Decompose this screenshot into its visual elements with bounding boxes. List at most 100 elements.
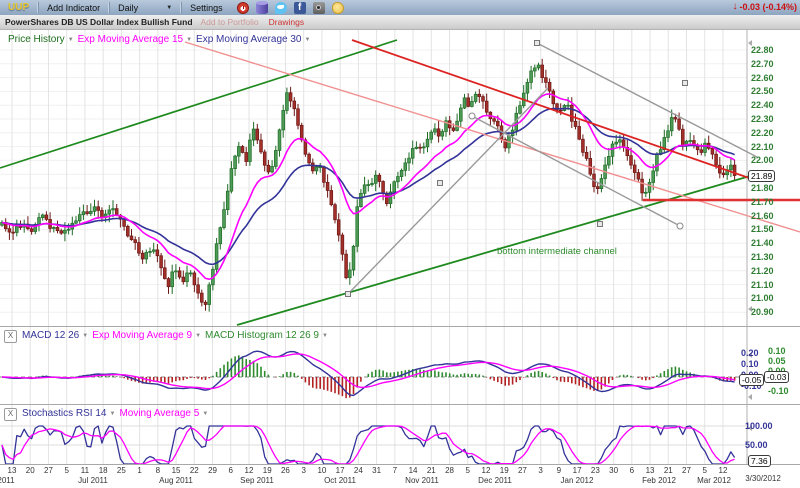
xaxis-month-label: Mar 2012 (697, 476, 731, 485)
price-axis-label: 21.10 (751, 280, 774, 290)
top-toolbar: UUP Add Indicator Daily ▼ Settings f ↓ -… (0, 0, 800, 15)
price-axis-label: 22.50 (751, 86, 774, 96)
symbol-label[interactable]: UUP (0, 0, 37, 15)
legend-label: Exp Moving Average 9 (92, 330, 192, 341)
macd-hist-axis-label: 0.05 (768, 356, 786, 366)
xaxis-day-tick: 9 (557, 466, 561, 475)
legend-item-price-history[interactable]: Price History▼ (8, 34, 74, 45)
price-axis-label: 22.80 (751, 45, 774, 55)
xaxis-month-label: Nov 2011 (405, 476, 439, 485)
legend-item-macd-histogram-12-26-9[interactable]: MACD Histogram 12 26 9▼ (205, 330, 328, 341)
chevron-down-icon: ▼ (322, 333, 328, 339)
macd-hist-axis-label: 0.10 (768, 346, 786, 356)
interval-select[interactable]: Daily ▼ (110, 0, 180, 15)
camera-icon[interactable] (313, 2, 325, 14)
chevron-down-icon: ▼ (82, 333, 88, 339)
xaxis-month-label: Sep 2011 (240, 476, 274, 485)
xaxis-day-tick: 17 (573, 466, 582, 475)
stoch-panel-legend: Stochastics RSI 14▼Moving Average 5▼ (22, 408, 208, 419)
macd-hist-value-badge: -0.03 (764, 371, 789, 383)
add-to-portfolio-link[interactable]: Add to Portfolio (193, 17, 259, 27)
legend-item-macd-12-26[interactable]: MACD 12 26▼ (22, 330, 88, 341)
xaxis-day-tick: 25 (117, 466, 126, 475)
legend-label: MACD 12 26 (22, 330, 79, 341)
legend-item-moving-average-5[interactable]: Moving Average 5▼ (119, 408, 208, 419)
portfolio-cylinder-icon[interactable] (256, 2, 268, 14)
price-change: ↓ -0.03 (-0.14%) (732, 1, 797, 12)
price-axis-label: 21.40 (751, 238, 774, 248)
price-axis-label: 21.20 (751, 266, 774, 276)
facebook-icon[interactable]: f (294, 2, 306, 14)
xaxis-day-tick: 3 (538, 466, 542, 475)
xaxis-month-label: Jan 2012 (561, 476, 594, 485)
xaxis-day-tick: 13 (8, 466, 17, 475)
chevron-down-icon: ▼ (68, 37, 74, 43)
chat-icon[interactable] (332, 2, 344, 14)
xaxis-month-label: 2011 (0, 476, 15, 485)
macd-axis-label: 0.10 (741, 359, 759, 369)
chevron-down-icon: ▼ (305, 37, 311, 43)
drawings-link[interactable]: Drawings (259, 17, 304, 27)
last-price-badge: 21.89 (748, 170, 775, 182)
legend-label: MACD Histogram 12 26 9 (205, 330, 319, 341)
panel-divider (0, 464, 800, 465)
price-axis-label: 20.90 (751, 307, 774, 317)
xaxis-month-label: Aug 2011 (159, 476, 193, 485)
add-indicator-button[interactable]: Add Indicator (39, 0, 108, 15)
legend-label: Moving Average 5 (119, 408, 199, 419)
xaxis-day-tick: 19 (500, 466, 509, 475)
stoch-value-badge: 7.36 (748, 455, 771, 467)
xaxis-day-tick: 22 (190, 466, 199, 475)
alarm-icon[interactable] (237, 2, 249, 14)
stoch-axis-label: 50.00 (745, 440, 768, 450)
xaxis-month-label: Oct 2011 (324, 476, 356, 485)
close-macd-panel-button[interactable]: X (4, 330, 17, 343)
close-stoch-panel-button[interactable]: X (4, 408, 17, 421)
xaxis-day-tick: 27 (682, 466, 691, 475)
chart-annotation: bottom intermediate channel (497, 246, 617, 257)
xaxis-day-tick: 6 (229, 466, 233, 475)
price-axis-label: 21.70 (751, 197, 774, 207)
legend-item-exp-moving-average-9[interactable]: Exp Moving Average 9▼ (92, 330, 201, 341)
legend-label: Stochastics RSI 14 (22, 408, 106, 419)
legend-item-exp-moving-average-15[interactable]: Exp Moving Average 15▼ (78, 34, 192, 45)
axis-collapse-icon[interactable] (748, 394, 752, 400)
price-axis-label: 22.30 (751, 114, 774, 124)
xaxis-day-tick: 7 (393, 466, 397, 475)
xaxis-month-label: Feb 2012 (642, 476, 676, 485)
legend-item-stochastics-rsi-14[interactable]: Stochastics RSI 14▼ (22, 408, 115, 419)
fund-name: PowerShares DB US Dollar Index Bullish F… (0, 17, 193, 27)
macd-axis-label: 0.20 (741, 348, 759, 358)
xaxis-day-tick: 28 (445, 466, 454, 475)
xaxis-day-tick: 12 (719, 466, 728, 475)
price-axis-label: 21.50 (751, 224, 774, 234)
xaxis-day-tick: 15 (172, 466, 181, 475)
toolbar-icon-group: f (237, 2, 344, 14)
xaxis-day-tick: 13 (646, 466, 655, 475)
price-panel-legend: Price History▼Exp Moving Average 15▼Exp … (8, 34, 310, 45)
xaxis-day-tick: 29 (208, 466, 217, 475)
price-chart-canvas[interactable] (0, 30, 800, 326)
xaxis-day-tick: 12 (482, 466, 491, 475)
xaxis-day-tick: 5 (64, 466, 68, 475)
panel-divider (0, 404, 800, 405)
price-axis-label: 21.60 (751, 211, 774, 221)
legend-item-exp-moving-average-30[interactable]: Exp Moving Average 30▼ (196, 34, 310, 45)
xaxis-day-tick: 21 (664, 466, 673, 475)
price-axis-label: 21.30 (751, 252, 774, 262)
xaxis-day-tick: 23 (591, 466, 600, 475)
stoch-axis-label: 100.00 (745, 421, 773, 431)
settings-button[interactable]: Settings (182, 0, 231, 15)
xaxis-day-tick: 31 (372, 466, 381, 475)
chevron-down-icon: ▼ (109, 411, 115, 417)
legend-label: Price History (8, 34, 65, 45)
xaxis-day-tick: 27 (44, 466, 53, 475)
xaxis-day-tick: 1 (137, 466, 141, 475)
xaxis-day-tick: 18 (99, 466, 108, 475)
price-axis-label: 22.70 (751, 59, 774, 69)
end-date-label: 3/30/2012 (745, 474, 781, 483)
xaxis-day-tick: 8 (156, 466, 160, 475)
twitter-icon[interactable] (275, 2, 287, 14)
xaxis-day-tick: 10 (317, 466, 326, 475)
xaxis-day-tick: 30 (609, 466, 618, 475)
